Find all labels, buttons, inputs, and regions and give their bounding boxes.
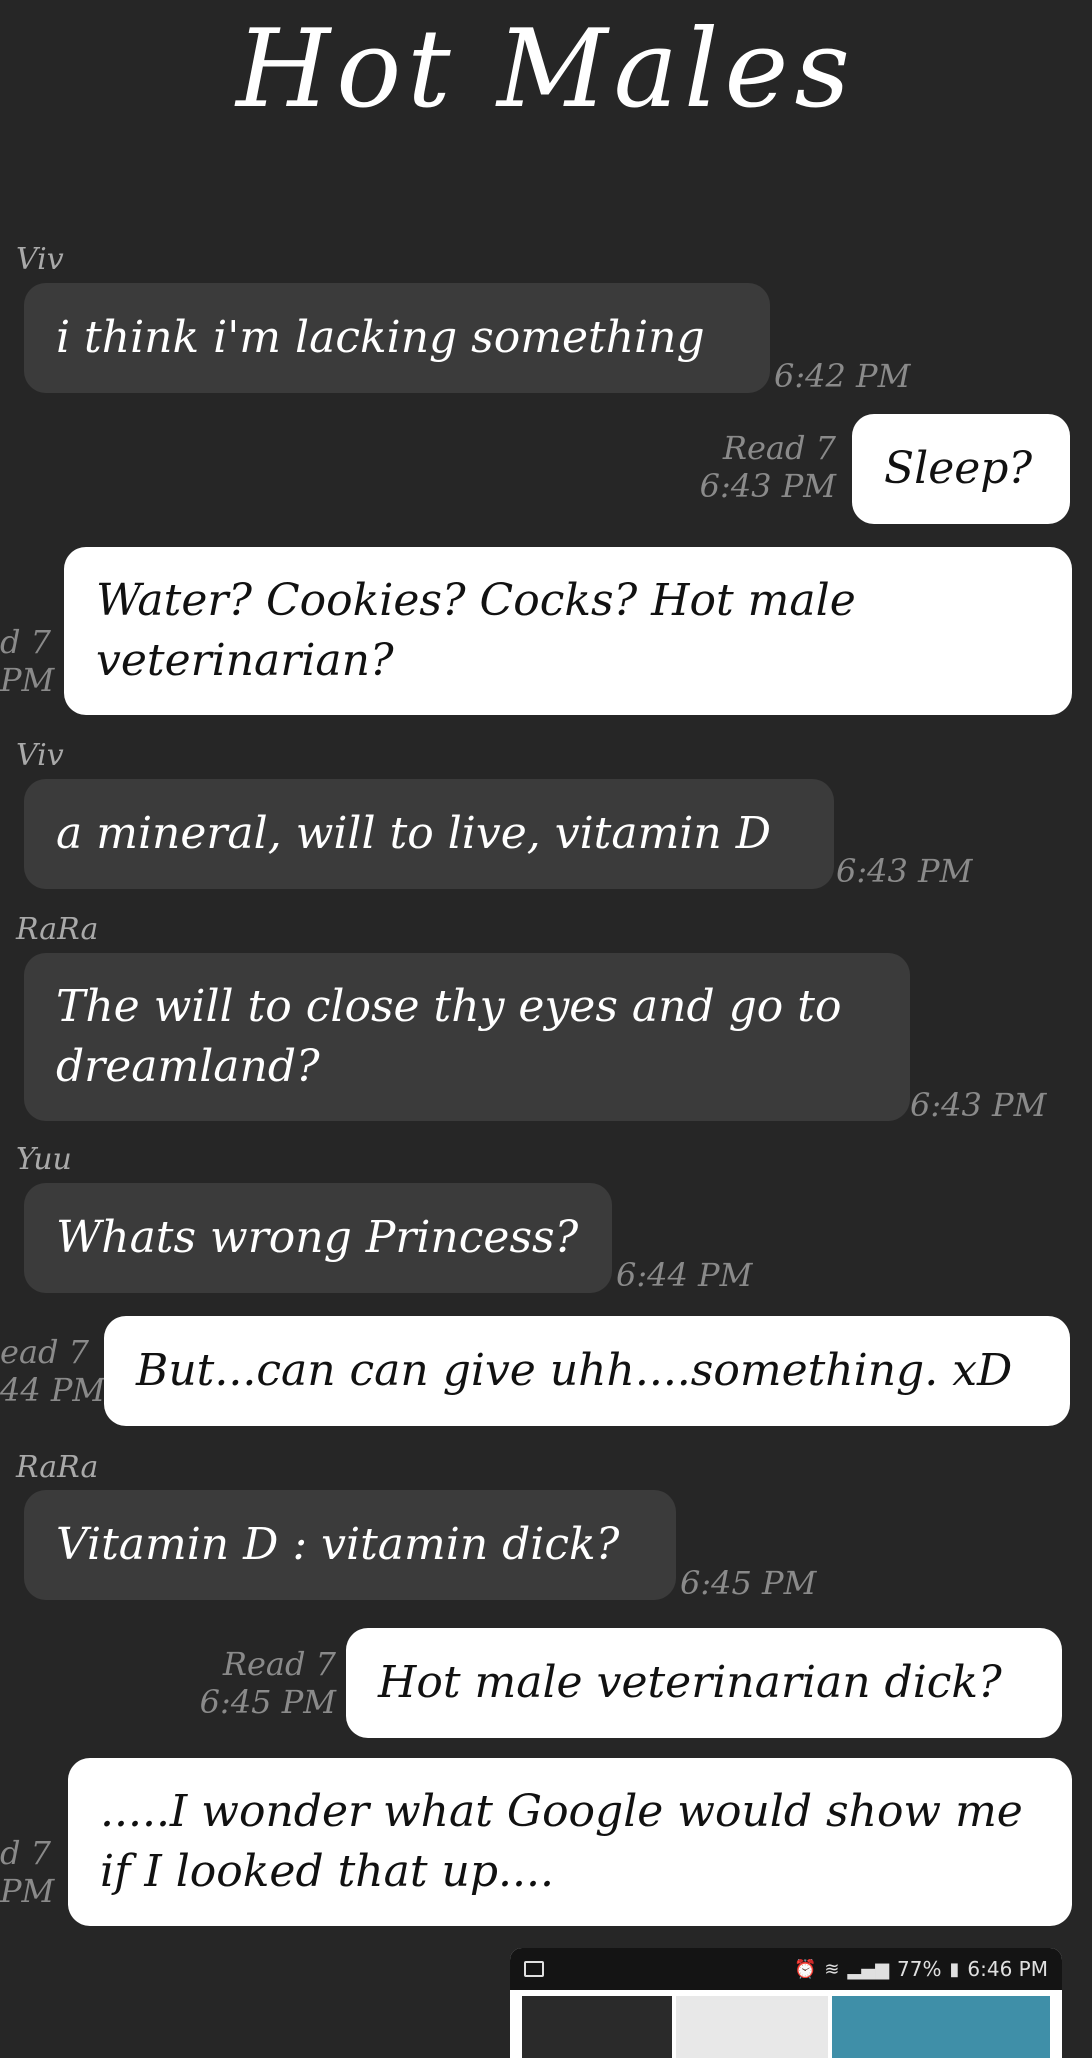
battery-level: 77% bbox=[897, 1957, 942, 1981]
sender-name: RaRa bbox=[16, 912, 99, 947]
signal-icon: ▂▄▆ bbox=[847, 1958, 890, 1980]
message-time: PM bbox=[0, 1872, 55, 1910]
read-receipt: Read 7 6:45 PM bbox=[200, 1645, 336, 1721]
message-bubble[interactable]: a mineral, will to live, vitamin D bbox=[24, 779, 834, 889]
message-text: Sleep? bbox=[884, 443, 1033, 494]
message-bubble[interactable]: Sleep? bbox=[852, 414, 1070, 524]
read-count: ead 7 bbox=[0, 1333, 90, 1371]
message-time: 6:45 PM bbox=[199, 1683, 336, 1721]
read-receipt: d 7 PM bbox=[0, 1834, 54, 1910]
battery-icon: ▮ bbox=[949, 1958, 960, 1980]
message-bubble[interactable]: i think i'm lacking something bbox=[24, 283, 770, 393]
sender-name: RaRa bbox=[16, 1450, 99, 1485]
chat-title: Hot Males bbox=[236, 7, 856, 132]
read-receipt: Read 7 6:43 PM bbox=[700, 429, 836, 505]
message-bubble[interactable]: Water? Cookies? Cocks? Hot male veterina… bbox=[64, 547, 1072, 715]
message-bubble[interactable]: But...can can give uhh....something. xD bbox=[104, 1316, 1070, 1426]
image-attachment[interactable]: ⏰ ≋ ▂▄▆ 77% ▮ 6:46 PM bbox=[510, 1948, 1062, 2058]
alarm-icon: ⏰ bbox=[794, 1958, 817, 1980]
message-text: But...can can give uhh....something. xD bbox=[136, 1345, 1013, 1396]
read-count: Read 7 bbox=[222, 1645, 336, 1683]
message-text: i think i'm lacking something bbox=[56, 312, 705, 363]
message-text: a mineral, will to live, vitamin D bbox=[56, 808, 771, 859]
message-bubble[interactable]: Whats wrong Princess? bbox=[24, 1183, 612, 1293]
sender-name: Viv bbox=[16, 738, 64, 773]
read-count: d 7 bbox=[0, 1834, 52, 1872]
sender-name: Yuu bbox=[16, 1142, 72, 1177]
message-time: 6:44 PM bbox=[616, 1256, 753, 1294]
image-result-thumbnail[interactable] bbox=[522, 1996, 672, 2058]
message-bubble[interactable]: The will to close thy eyes and go to dre… bbox=[24, 953, 910, 1121]
image-result-thumbnail[interactable] bbox=[832, 1996, 1050, 2058]
image-result-thumbnail[interactable] bbox=[676, 1996, 828, 2058]
read-count: d 7 bbox=[0, 623, 52, 661]
message-time: 6:43 PM bbox=[699, 467, 836, 505]
status-clock: 6:46 PM bbox=[967, 1957, 1048, 1981]
message-bubble[interactable]: Hot male veterinarian dick? bbox=[346, 1628, 1062, 1738]
read-receipt: d 7 PM bbox=[0, 623, 54, 699]
message-text: The will to close thy eyes and go to dre… bbox=[56, 981, 842, 1092]
status-indicators: ⏰ ≋ ▂▄▆ 77% ▮ 6:46 PM bbox=[794, 1957, 1048, 1981]
message-time: 6:45 PM bbox=[680, 1564, 817, 1602]
message-time: 6:43 PM bbox=[910, 1086, 1047, 1124]
read-receipt: ead 7 44 PM bbox=[0, 1333, 105, 1409]
read-count: Read 7 bbox=[722, 429, 836, 467]
message-text: Hot male veterinarian dick? bbox=[378, 1657, 1002, 1708]
attachment-status-bar: ⏰ ≋ ▂▄▆ 77% ▮ 6:46 PM bbox=[510, 1948, 1062, 1990]
message-text: .....I wonder what Google would show me … bbox=[100, 1786, 1023, 1897]
wifi-icon: ≋ bbox=[824, 1958, 840, 1980]
message-time: 6:42 PM bbox=[774, 357, 911, 395]
message-time: 6:43 PM bbox=[836, 852, 973, 890]
message-text: Water? Cookies? Cocks? Hot male veterina… bbox=[96, 575, 856, 686]
message-text: Whats wrong Princess? bbox=[56, 1212, 579, 1263]
message-bubble[interactable]: .....I wonder what Google would show me … bbox=[68, 1758, 1072, 1926]
message-time: PM bbox=[0, 661, 55, 699]
message-text: Vitamin D : vitamin dick? bbox=[56, 1519, 620, 1570]
sender-name: Viv bbox=[16, 242, 64, 277]
message-bubble[interactable]: Vitamin D : vitamin dick? bbox=[24, 1490, 676, 1600]
gallery-icon bbox=[524, 1961, 544, 1977]
message-time: 44 PM bbox=[0, 1371, 106, 1409]
